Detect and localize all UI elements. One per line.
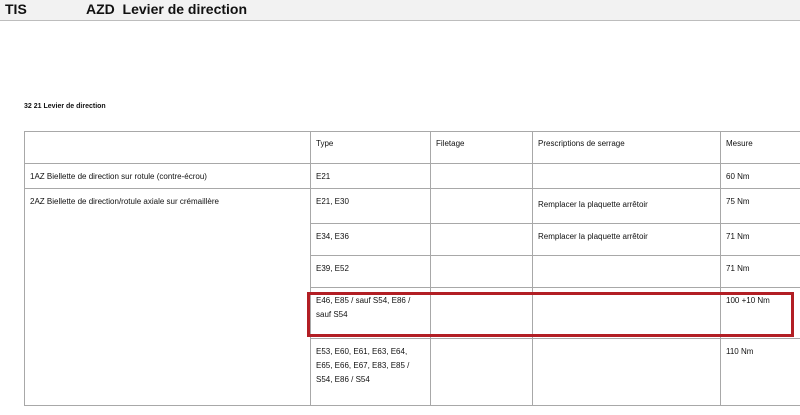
row-serrage: Remplacer la plaquette arrêtoir [532,188,721,224]
row-filetage [430,255,533,288]
row-mesure: 71 Nm [720,255,800,288]
row-type: E21, E30 [310,188,431,224]
title-bar: TIS AZD Levier de direction [0,0,800,21]
row-type: E21 [310,163,431,189]
row-type: E46, E85 / sauf S54, E86 / sauf S54 [310,287,431,339]
row-type: E39, E52 [310,255,431,288]
torque-table: Type Filetage Prescriptions de serrage M… [24,131,800,406]
row-mesure: 71 Nm [720,223,800,256]
row-mesure: 75 Nm [720,188,800,224]
header-type: Type [310,131,431,164]
table-header-row: Type Filetage Prescriptions de serrage M… [24,131,800,164]
row-mesure: 110 Nm [720,338,800,406]
row-serrage [532,163,721,189]
row-description: 2AZ Biellette de direction/rotule axiale… [24,188,311,406]
row-description: 1AZ Biellette de direction sur rotule (c… [24,163,311,189]
section-heading: 32 21 Levier de direction [24,103,106,110]
row-filetage [430,287,533,339]
row-serrage [532,338,721,406]
table-row: 2AZ Biellette de direction/rotule axiale… [24,188,800,406]
row-filetage [430,163,533,189]
row-type: E53, E60, E61, E63, E64, E65, E66, E67, … [310,338,431,406]
row-mesure: 100 +10 Nm [720,287,800,339]
table-row: 1AZ Biellette de direction sur rotule (c… [24,163,800,189]
row-filetage [430,338,533,406]
app-name: TIS [5,1,27,17]
row-type: E34, E36 [310,223,431,256]
header-mesure: Mesure [720,131,800,164]
row-serrage [532,255,721,288]
row-mesure: 60 Nm [720,163,800,189]
header-filetage: Filetage [430,131,533,164]
row-filetage [430,223,533,256]
row-serrage [532,287,721,339]
document-title: AZD Levier de direction [86,1,248,17]
document-page: TIS AZD Levier de direction 32 21 Levier… [0,0,800,415]
row-filetage [430,188,533,224]
header-description [24,131,311,164]
row-serrage: Remplacer la plaquette arrêtoir [532,223,721,256]
header-prescriptions: Prescriptions de serrage [532,131,721,164]
